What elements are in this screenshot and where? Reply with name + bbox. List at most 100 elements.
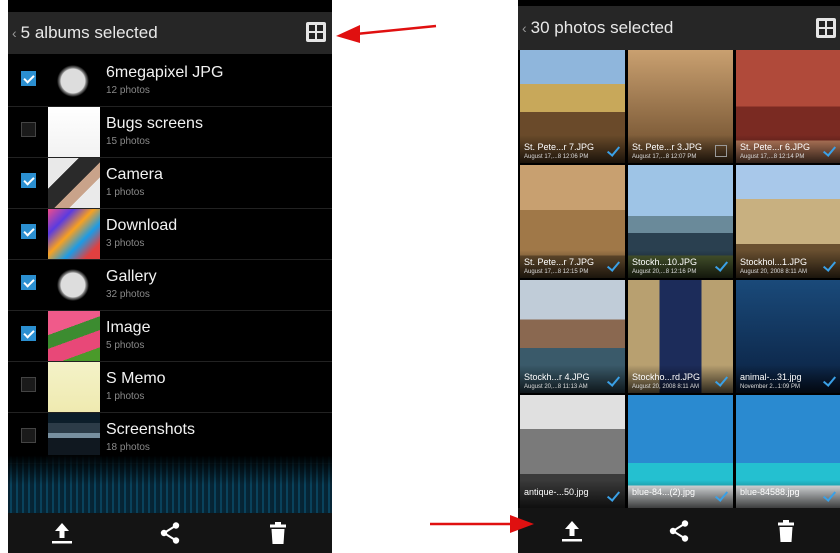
back-chevron-icon[interactable]: ‹ [12,25,17,41]
photo-name: blue-84...(2).jpg [632,487,696,497]
photo-date: August 20, 2008 8:11 AM [632,384,699,390]
upload-icon[interactable] [557,516,587,546]
photo-checkbox[interactable] [607,145,619,157]
album-count: 5 photos [106,340,145,351]
photo-tile[interactable]: blue-84588.jpg [736,395,840,508]
photo-tile[interactable]: antique-...50.jpg [520,395,625,508]
photos-screen: ‹ 30 photos selected St. Pete...r 7.JPG A… [518,0,840,553]
photo-checkbox[interactable] [715,490,727,502]
album-checkbox[interactable] [21,71,36,86]
photo-date: August 17,...8 12:14 PM [740,154,805,160]
album-name: Gallery [106,268,157,285]
album-count: 18 photos [106,442,150,453]
grid-view-icon[interactable] [306,22,326,42]
album-text: Gallery 32 photos [106,268,157,300]
album-checkbox[interactable] [21,224,36,239]
trash-icon[interactable] [771,516,801,546]
album-checkbox[interactable] [21,122,36,137]
grid-view-icon[interactable] [816,18,836,38]
photo-name: St. Pete...r 6.JPG [740,142,811,152]
album-row[interactable]: S Memo 1 photos [8,362,332,413]
photo-checkbox[interactable] [715,145,727,157]
album-thumbnail [48,56,100,106]
album-row[interactable]: Download 3 photos [8,209,332,260]
album-checkbox[interactable] [21,377,36,392]
share-icon[interactable] [664,516,694,546]
album-thumbnail [48,209,100,259]
photo-checkbox[interactable] [823,260,835,272]
album-count: 3 photos [106,238,145,249]
album-row[interactable]: Camera 1 photos [8,158,332,209]
album-name: Image [106,319,151,336]
header-title: 30 photos selected [530,18,674,37]
photo-tile[interactable]: Stockh...r 4.JPG August 20,...8 11:13 AM [520,280,625,393]
photo-tile[interactable]: animal-...31.jpg November 2...1:09 PM [736,280,840,393]
album-count: 12 photos [106,85,150,96]
photo-name: Stockho...rd.JPG [632,372,701,382]
photo-tile[interactable]: blue-84...(2).jpg [628,395,733,508]
album-name: Bugs screens [106,115,203,132]
photo-checkbox[interactable] [607,490,619,502]
photo-date: August 17,...8 12:06 PM [524,154,589,160]
album-name: S Memo [106,370,166,387]
back-chevron-icon[interactable]: ‹ [522,20,527,36]
album-thumbnail [48,260,100,310]
upload-icon[interactable] [47,518,77,548]
photo-checkbox[interactable] [715,375,727,387]
album-row[interactable]: Gallery 32 photos [8,260,332,311]
album-checkbox[interactable] [21,428,36,443]
album-name: 6megapixel JPG [106,64,224,81]
trash-icon[interactable] [263,518,293,548]
album-thumbnail [48,158,100,208]
album-row[interactable]: Bugs screens 15 photos [8,107,332,158]
album-count: 1 photos [106,391,145,402]
photo-tile[interactable]: St. Pete...r 6.JPG August 17,...8 12:14 P… [736,50,840,163]
photos-header: ‹ 30 photos selected [518,6,840,50]
annotation-arrow-bottom [430,515,534,533]
album-thumbnail [48,107,100,157]
photo-name: animal-...31.jpg [740,372,802,382]
album-checkbox[interactable] [21,173,36,188]
photo-tile[interactable]: Stockhol...1.JPG August 20, 2008 8:11 AM [736,165,840,278]
photo-name: St. Pete...r 7.JPG [524,257,595,267]
photo-checkbox[interactable] [715,260,727,272]
photo-tile[interactable]: Stockh...10.JPG August 20,...8 12:16 PM [628,165,733,278]
album-thumbnail [48,362,100,412]
album-count: 32 photos [106,289,150,300]
photo-name: Stockh...r 4.JPG [524,372,590,382]
photo-checkbox[interactable] [823,145,835,157]
photo-tile[interactable]: St. Pete...r 7.JPG August 17,...8 12:15 P… [520,165,625,278]
album-name: Screenshots [106,421,195,438]
album-text: Camera 1 photos [106,166,163,198]
photo-tile[interactable]: St. Pete...r 3.JPG August 17,...8 12:07 P… [628,50,733,163]
album-list: 6megapixel JPG 12 photos Bugs screens 15 ph… [8,56,332,464]
album-row[interactable]: Image 5 photos [8,311,332,362]
share-icon[interactable] [155,518,185,548]
photo-checkbox[interactable] [607,375,619,387]
header-title: 5 albums selected [20,23,158,42]
wave-background [8,455,332,515]
photo-tile[interactable]: St. Pete...r 7.JPG August 17,...8 12:06 P… [520,50,625,163]
album-row[interactable]: 6megapixel JPG 12 photos [8,56,332,107]
album-checkbox[interactable] [21,275,36,290]
photo-name: antique-...50.jpg [524,487,589,497]
album-name: Camera [106,166,163,183]
photo-checkbox[interactable] [607,260,619,272]
albums-screen: ‹ 5 albums selected 6megapixel JPG 12 pho… [8,0,332,553]
album-text: Image 5 photos [106,319,150,351]
photo-checkbox[interactable] [823,490,835,502]
album-count: 15 photos [106,136,150,147]
photo-checkbox[interactable] [823,375,835,387]
photo-date: November 2...1:09 PM [740,384,801,390]
album-name: Download [106,217,178,234]
albums-header: ‹ 5 albums selected [8,12,332,54]
photo-tile[interactable]: Stockho...rd.JPG August 20, 2008 8:11 AM [628,280,733,393]
album-text: Download 3 photos [106,217,177,249]
album-checkbox[interactable] [21,326,36,341]
album-count: 1 photos [106,187,145,198]
photo-name: blue-84588.jpg [740,487,800,497]
bottom-action-bar [518,508,840,553]
bottom-action-bar [8,513,332,553]
photo-date: August 20,...8 12:16 PM [632,269,697,275]
album-thumbnail [48,311,100,361]
